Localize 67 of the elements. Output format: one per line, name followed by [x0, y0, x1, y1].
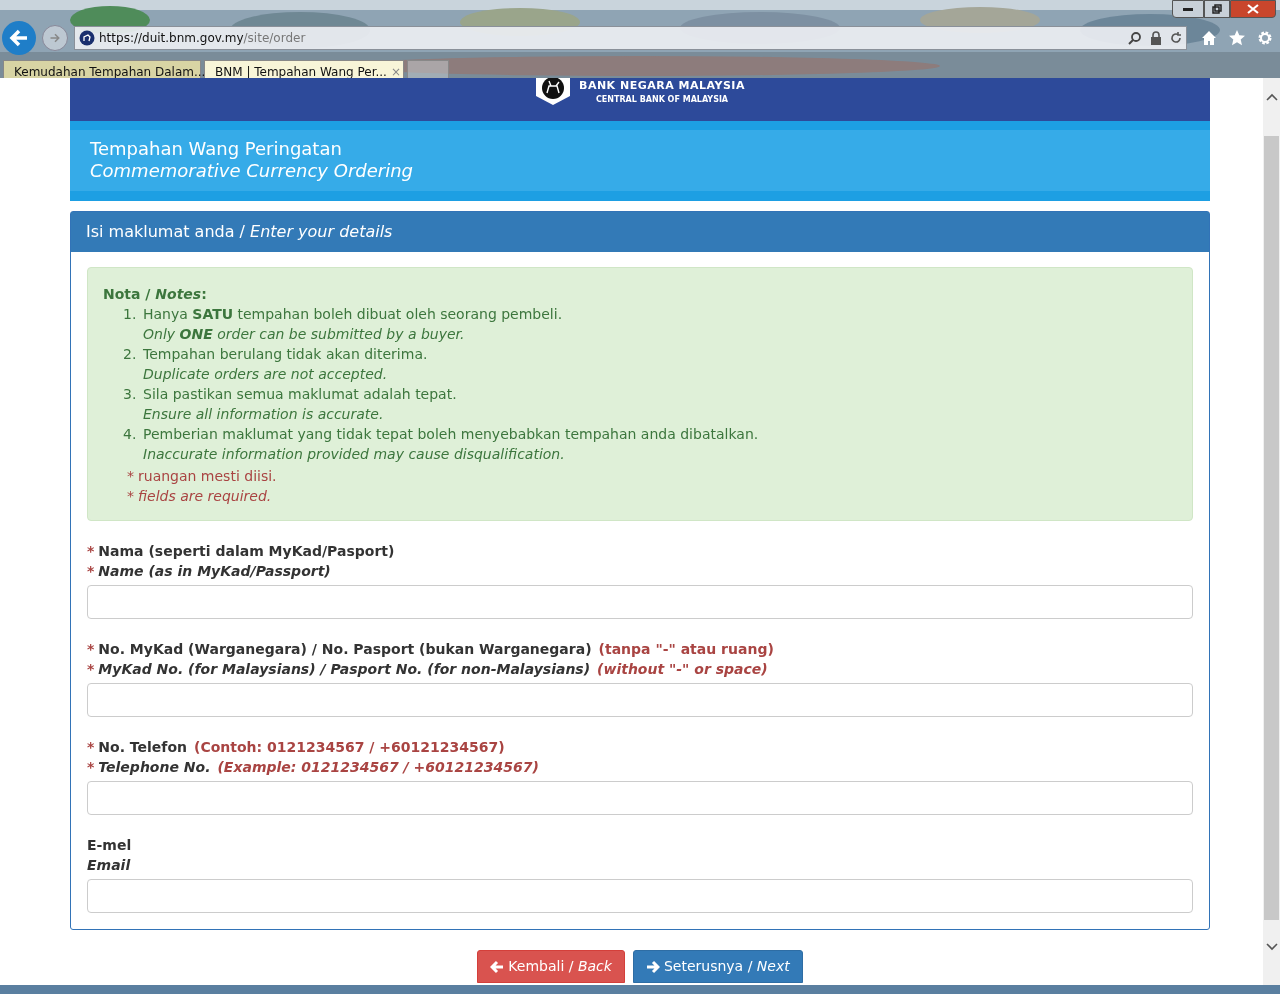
restore-button[interactable] [1204, 0, 1230, 18]
panel-title: Isi maklumat anda / Enter your details [86, 222, 393, 241]
note-translation: Inaccurate information provided may cause disqualification. [143, 445, 565, 464]
field-hint: (without "-" or space) [597, 660, 768, 679]
note-text: Sila pastikan semua maklumat adalah tepat. [143, 385, 457, 404]
tab-title: BNM | Tempahan Wang Per... [215, 63, 387, 78]
field-hint: (tanpa "-" atau ruang) [598, 640, 774, 659]
required-note: ruangan mesti diisi. [138, 467, 277, 486]
note-text: Tempahan berulang tidak akan diterima. [143, 345, 428, 364]
required-marker: * [87, 660, 95, 679]
field-label: No. Telefon [98, 738, 187, 757]
settings-icon[interactable] [1257, 30, 1273, 46]
field-label: Telephone No. [98, 758, 211, 777]
site-icon [79, 30, 95, 46]
bank-subtitle: CENTRAL BANK OF MALAYSIA [594, 94, 730, 106]
list-number: 1. [123, 305, 138, 324]
list-number: 3. [123, 385, 138, 404]
field-label: No. MyKad (Warganegara) / No. Pasport (bukan Warganegara) [98, 640, 592, 659]
note-text: Hanya SATU tempahan boleh dibuat oleh seorang pembeli. [143, 305, 563, 324]
note-translation: Ensure all information is accurate. [143, 405, 384, 424]
minimize-button[interactable] [1172, 0, 1204, 18]
close-icon [1247, 4, 1259, 14]
address-bar[interactable]: https://duit.bnm.gov.my/site/order [74, 26, 1187, 50]
browser-tab[interactable]: BNM | Tempahan Wang Per... × [204, 60, 404, 78]
star-icon[interactable] [1229, 30, 1245, 46]
field-label: MyKad No. (for Malaysians) / Pasport No. (for non-Malaysians) [98, 660, 591, 679]
field-label: Name (as in MyKad/Passport) [98, 562, 331, 581]
back-button[interactable]: Kembali / Back [477, 950, 625, 983]
field-label: Nama (seperti dalam MyKad/Pasport) [98, 542, 395, 561]
note-text: Pemberian maklumat yang tidak tepat boleh menyebabkan tempahan anda dibatalkan. [143, 425, 759, 444]
list-number: 2. [123, 345, 138, 364]
list-number: 4. [123, 425, 138, 444]
arrow-left-icon [9, 29, 29, 47]
field-label: Email [87, 856, 131, 875]
note-translation: Duplicate orders are not accepted. [143, 365, 388, 384]
required-marker: * [87, 542, 95, 561]
required-marker: * [87, 562, 95, 581]
close-button[interactable] [1230, 0, 1276, 18]
arrow-right-icon [645, 959, 660, 974]
scroll-up-icon[interactable] [1265, 92, 1278, 102]
bank-name: BANK NEGARA MALAYSIA [579, 80, 745, 92]
arrow-left-icon [490, 959, 505, 974]
minimize-icon [1183, 7, 1193, 11]
refresh-icon[interactable] [1170, 32, 1182, 44]
crest-icon [535, 78, 571, 106]
next-button[interactable]: Seterusnya / Next [632, 950, 803, 983]
forward-button[interactable] [42, 25, 68, 51]
restore-icon [1212, 4, 1222, 14]
required-marker: * [127, 487, 134, 506]
banner-title: Tempahan Wang Peringatan [90, 138, 342, 160]
search-icon[interactable] [1128, 31, 1142, 45]
arrow-right-icon [49, 31, 61, 45]
required-marker: * [87, 640, 95, 659]
required-marker: * [87, 738, 95, 757]
required-marker: * [87, 758, 95, 777]
scroll-down-icon[interactable] [1265, 942, 1278, 952]
url-text: https://duit.bnm.gov.my/site/order [99, 30, 306, 47]
note-translation: Only ONE order can be submitted by a buyer. [143, 325, 465, 344]
banner-subtitle: Commemorative Currency Ordering [90, 160, 414, 182]
required-note: fields are required. [138, 487, 272, 506]
field-hint: (Example: 0121234567 / +60121234567) [217, 758, 539, 777]
notes-title: Nota / Notes: [103, 285, 207, 304]
home-icon[interactable] [1201, 30, 1217, 46]
lock-icon[interactable] [1150, 31, 1162, 45]
field-hint: (Contoh: 0121234567 / +60121234567) [194, 738, 505, 757]
required-marker: * [127, 467, 134, 486]
field-label: E-mel [87, 836, 132, 855]
